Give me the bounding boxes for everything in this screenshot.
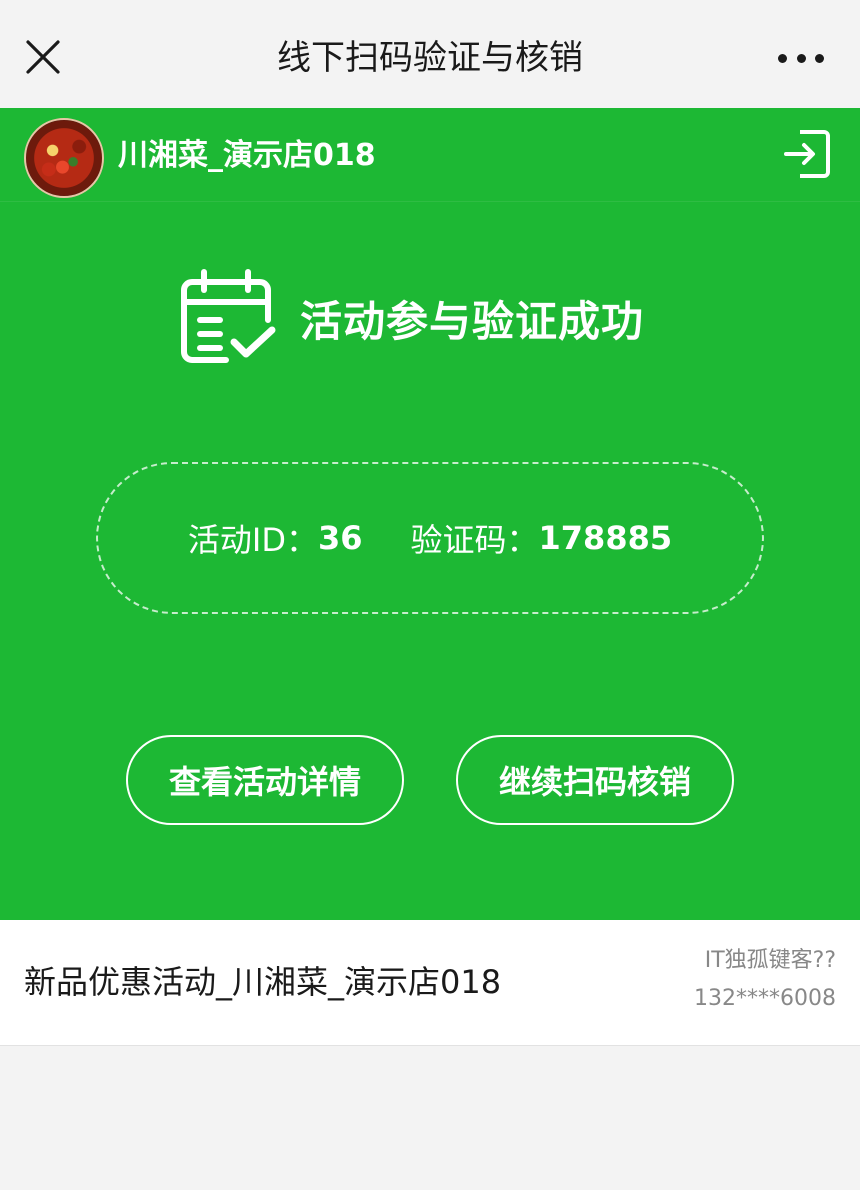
code-label: 验证码：	[410, 521, 539, 559]
continue-scan-button[interactable]: 继续扫码核销	[456, 735, 734, 825]
view-activity-detail-button[interactable]: 查看活动详情	[126, 735, 404, 825]
top-navbar: 线下扫码验证与核销	[0, 0, 860, 108]
verification-panel: 川湘菜_演示店018 活动参与验证成功 活动ID： 36 验证码： 178885…	[0, 108, 860, 920]
verification-code-box: 活动ID： 36 验证码： 178885	[96, 462, 764, 614]
store-header: 川湘菜_演示店018	[0, 108, 860, 202]
more-icon[interactable]	[778, 52, 824, 64]
user-name: IT独孤键客??	[704, 948, 836, 973]
activity-title: 新品优惠活动_川湘菜_演示店018	[24, 963, 502, 1001]
user-phone: 132****6008	[694, 986, 836, 1011]
logout-icon[interactable]	[780, 128, 832, 180]
success-message-row: 活动参与验证成功	[178, 268, 644, 368]
activity-card[interactable]: 新品优惠活动_川湘菜_演示店018 IT独孤键客?? 132****6008	[0, 920, 860, 1046]
store-name: 川湘菜_演示店018	[118, 138, 376, 173]
calendar-check-icon	[178, 268, 278, 368]
activity-id-label: 活动ID：	[187, 521, 318, 559]
success-message: 活动参与验证成功	[300, 296, 645, 346]
close-icon[interactable]	[24, 38, 62, 76]
store-avatar	[24, 118, 104, 198]
page-title: 线下扫码验证与核销	[277, 38, 583, 78]
activity-id-value: 36	[317, 519, 363, 557]
code-value: 178885	[538, 519, 673, 557]
